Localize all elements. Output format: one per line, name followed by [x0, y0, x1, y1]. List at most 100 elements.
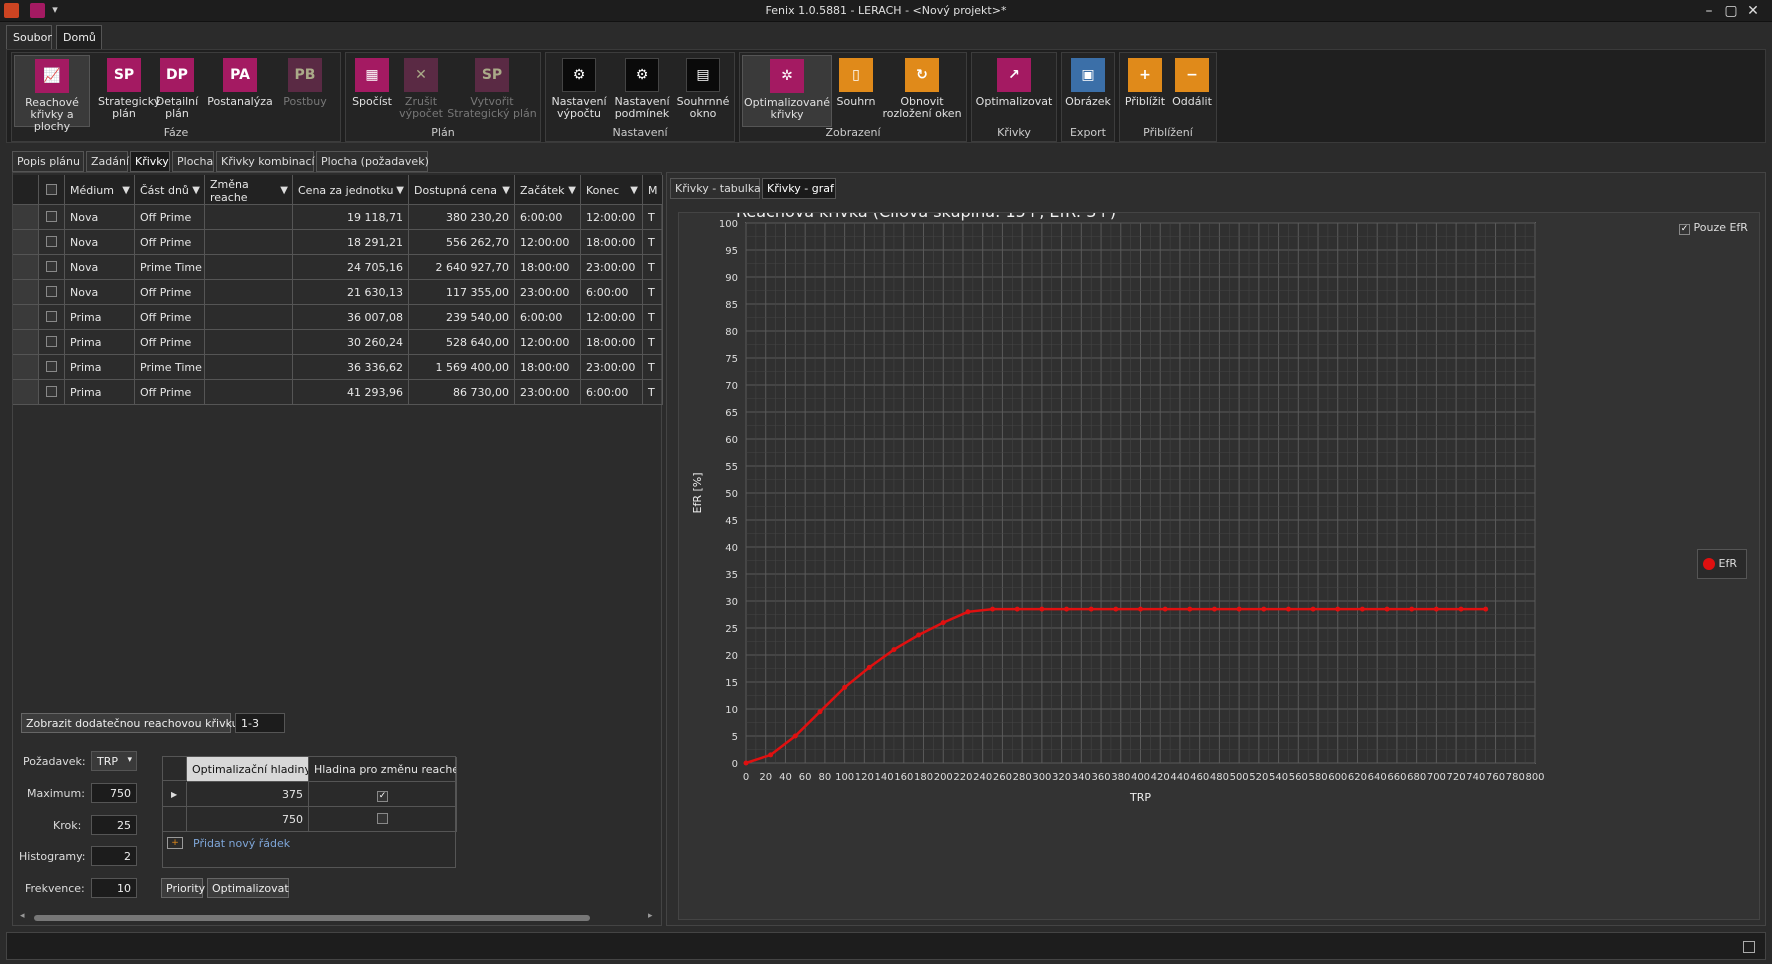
table-row[interactable]: Nova Off Prime 18 291,21 556 262,70 12:00:00…	[13, 230, 665, 255]
col-end[interactable]: Konec ▼	[581, 175, 643, 205]
cell-start[interactable]: 18:00:00	[515, 255, 581, 280]
row-indicator[interactable]	[13, 355, 39, 380]
strategic-plan-button[interactable]: SP Strategický plán	[98, 55, 160, 127]
image-export-button[interactable]: ▣ Obrázek	[1064, 55, 1112, 127]
col-part[interactable]: Část dnů ▼	[135, 175, 205, 205]
cell-medium[interactable]: Prima	[65, 330, 135, 355]
tab-domu[interactable]: Domů	[56, 25, 102, 49]
cell-part[interactable]: Off Prime	[135, 205, 205, 230]
data-point[interactable]	[1113, 606, 1119, 612]
cancel-calculation-button[interactable]: ✕ Zrušit výpočet	[398, 55, 444, 127]
cell-unit-price[interactable]: 19 118,71	[293, 205, 409, 230]
col-unit-price[interactable]: Cena za jednotku ▼	[293, 175, 409, 205]
tab-plocha-pozadavek[interactable]: Plocha (požadavek)	[316, 151, 429, 172]
calculate-button[interactable]: ▦ Spočíst	[348, 55, 396, 127]
cell-avail-price[interactable]: 556 262,70	[409, 230, 515, 255]
data-point[interactable]	[1433, 606, 1439, 612]
row-checkbox[interactable]	[46, 261, 57, 272]
data-point[interactable]	[891, 647, 897, 653]
cell-part[interactable]: Off Prime	[135, 280, 205, 305]
extra-curve-input[interactable]: 1-3	[235, 713, 285, 733]
row-indicator[interactable]	[13, 305, 39, 330]
data-point[interactable]	[1409, 606, 1415, 612]
data-point[interactable]	[866, 664, 872, 670]
tab-zadani[interactable]: Zadání	[86, 151, 129, 172]
data-point[interactable]	[1162, 606, 1168, 612]
cell-medium[interactable]: Prima	[65, 305, 135, 330]
cell-avail-price[interactable]: 239 540,00	[409, 305, 515, 330]
row-indicator[interactable]	[13, 205, 39, 230]
cell-start[interactable]: 6:00:00	[515, 205, 581, 230]
filter-icon[interactable]: ▼	[122, 184, 130, 197]
cell-change[interactable]	[205, 280, 293, 305]
filter-icon[interactable]: ▼	[630, 184, 638, 197]
row-checkbox[interactable]	[46, 236, 57, 247]
data-point[interactable]	[817, 709, 823, 715]
filter-icon[interactable]: ▼	[192, 184, 200, 197]
data-point[interactable]	[1483, 606, 1489, 612]
condition-settings-button[interactable]: ⚙ Nastavení podmínek	[612, 55, 672, 127]
cell-t[interactable]: T	[643, 355, 663, 380]
row-indicator[interactable]	[13, 330, 39, 355]
cell-medium[interactable]: Nova	[65, 205, 135, 230]
only-efr-check-icon[interactable]: ✓	[1679, 224, 1690, 235]
priority-button[interactable]: Priority	[161, 878, 205, 898]
show-extra-curve-button[interactable]: Zobrazit dodatečnou reachovou křivku	[21, 713, 239, 733]
cell-t[interactable]: T	[643, 255, 663, 280]
scroll-right-icon[interactable]: ▸	[648, 911, 653, 921]
cell-t[interactable]: T	[643, 205, 663, 230]
summary-button[interactable]: ▯ Souhrn	[834, 55, 878, 127]
row-checkbox-cell[interactable]	[39, 305, 65, 330]
zoom-in-button[interactable]: + Přiblížit	[1122, 55, 1168, 127]
zoom-out-button[interactable]: − Oddálit	[1170, 55, 1214, 127]
cell-unit-price[interactable]: 36 007,08	[293, 305, 409, 330]
table-row[interactable]: Nova Off Prime 21 630,13 117 355,00 23:00:00…	[13, 280, 665, 305]
cell-part[interactable]: Off Prime	[135, 380, 205, 405]
data-point[interactable]	[842, 684, 848, 690]
row-checkbox[interactable]	[46, 286, 57, 297]
select-all-checkbox-cell[interactable]	[39, 175, 65, 205]
data-point[interactable]	[965, 609, 971, 615]
tab-curves-graph[interactable]: Křivky - graf	[762, 178, 836, 199]
row-checkbox-cell[interactable]	[39, 330, 65, 355]
tab-plocha[interactable]: Plocha	[172, 151, 214, 172]
reach-level-checkbox-cell[interactable]: ✓	[309, 782, 457, 807]
data-point[interactable]	[1039, 606, 1045, 612]
cell-avail-price[interactable]: 2 640 927,70	[409, 255, 515, 280]
horizontal-scrollbar[interactable]: ◂ ▸	[20, 911, 660, 922]
cell-change[interactable]	[205, 255, 293, 280]
histograms-input[interactable]: 2	[91, 846, 137, 866]
row-checkbox-cell[interactable]	[39, 205, 65, 230]
postbuy-button[interactable]: PB Postbuy	[280, 55, 330, 127]
data-point[interactable]	[792, 733, 798, 739]
only-efr-checkbox[interactable]: ✓ Pouze EfR	[1679, 221, 1759, 235]
cell-change[interactable]	[205, 205, 293, 230]
opt-level-cell[interactable]: 375	[187, 782, 309, 807]
cell-avail-price[interactable]: 1 569 400,00	[409, 355, 515, 380]
calc-settings-button[interactable]: ⚙ Nastavení výpočtu	[548, 55, 610, 127]
data-point[interactable]	[1359, 606, 1365, 612]
row-checkbox-cell[interactable]	[39, 355, 65, 380]
col-t[interactable]: M	[643, 175, 663, 205]
create-strategic-plan-button[interactable]: SP Vytvořit Strategický plán	[446, 55, 538, 127]
reach-level-checkbox[interactable]	[377, 813, 388, 824]
row-checkbox[interactable]	[46, 386, 57, 397]
cell-medium[interactable]: Nova	[65, 230, 135, 255]
row-checkbox[interactable]	[46, 361, 57, 372]
cell-medium[interactable]: Prima	[65, 380, 135, 405]
cell-avail-price[interactable]: 380 230,20	[409, 205, 515, 230]
cell-end[interactable]: 18:00:00	[581, 230, 643, 255]
detail-plan-button[interactable]: DP Detailní plán	[154, 55, 200, 127]
cell-medium[interactable]: Nova	[65, 280, 135, 305]
filter-icon[interactable]: ▼	[502, 184, 510, 197]
add-row-icon[interactable]: +	[167, 837, 183, 849]
max-input[interactable]: 750	[91, 783, 137, 803]
col-opt-levels[interactable]: Optimalizační hladiny	[187, 757, 309, 782]
cell-part[interactable]: Prime Time	[135, 355, 205, 380]
reach-curves-button[interactable]: 📈 Reachové křivky a plochy	[14, 55, 90, 133]
cell-medium[interactable]: Prima	[65, 355, 135, 380]
cell-start[interactable]: 12:00:00	[515, 230, 581, 255]
data-point[interactable]	[1187, 606, 1193, 612]
tab-krivky[interactable]: Křivky	[130, 151, 170, 172]
table-row[interactable]: Prima Off Prime 41 293,96 86 730,00 23:00:00…	[13, 380, 665, 405]
